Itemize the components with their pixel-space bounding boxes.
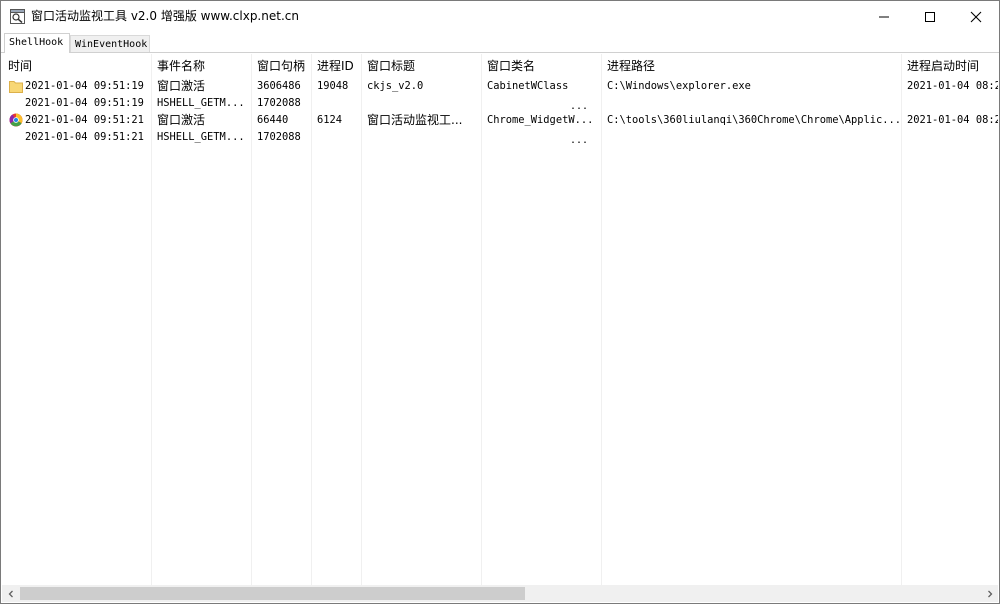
horizontal-scrollbar[interactable]	[2, 585, 998, 602]
cell-hwnd: 3606486	[257, 80, 301, 92]
table-row[interactable]: 2021-01-04 09:51:19 HSHELL_GETM... 17020…	[2, 95, 998, 112]
list-header: 时间 事件名称 窗口句柄 进程ID 窗口标题 窗口类名 进程路径 进程启动时间	[2, 54, 998, 77]
minimize-button[interactable]	[861, 1, 907, 32]
table-row[interactable]: 2021-01-04 09:51:21 窗口激活 66440 6124 窗口活动…	[2, 112, 998, 129]
scroll-right-button[interactable]	[981, 585, 998, 602]
title-bar[interactable]: 窗口活动监视工具 v2.0 增强版 www.clxp.net.cn	[1, 1, 999, 32]
tab-divider	[1, 52, 999, 53]
scroll-left-button[interactable]	[2, 585, 19, 602]
scrollbar-thumb[interactable]	[20, 587, 525, 600]
scroll-left-arrow-icon	[8, 590, 13, 597]
cell-event: 窗口激活	[157, 79, 206, 93]
column-header-title[interactable]: 窗口标题	[367, 58, 415, 74]
tab-shellhook[interactable]: ShellHook	[4, 33, 70, 53]
column-header-path[interactable]: 进程路径	[607, 58, 655, 74]
cell-time: 2021-01-04 09:51:19	[25, 97, 144, 109]
event-list[interactable]: 时间 事件名称 窗口句柄 进程ID 窗口标题 窗口类名 进程路径 进程启动时间 …	[2, 54, 998, 585]
close-button[interactable]	[953, 1, 999, 32]
column-header-hwnd[interactable]: 窗口句柄	[257, 58, 305, 74]
cell-time: 2021-01-04 09:51:21	[25, 131, 144, 143]
cell-start-time: 2021-01-04 08:2	[907, 114, 998, 126]
cell-class-ellipsis: ...	[570, 135, 589, 146]
column-header-start-time[interactable]: 进程启动时间	[907, 58, 979, 74]
cell-pid: 19048	[317, 80, 349, 92]
column-header-event[interactable]: 事件名称	[157, 58, 205, 74]
cell-title: 窗口活动监视工...	[367, 113, 463, 127]
cell-time: 2021-01-04 09:51:19	[25, 80, 144, 92]
cell-event: 窗口激活	[157, 113, 206, 127]
cell-hwnd: 1702088	[257, 131, 301, 143]
cell-path: C:\Windows\explorer.exe	[607, 80, 751, 92]
minimize-icon	[879, 16, 889, 17]
folder-icon	[9, 81, 23, 93]
cell-class: CabinetWClass	[487, 80, 569, 92]
cell-hwnd: 1702088	[257, 97, 301, 109]
magnifier-window-icon	[10, 9, 25, 24]
column-header-time[interactable]: 时间	[8, 58, 32, 74]
close-icon	[970, 11, 982, 22]
tab-strip: ShellHook WinEventHook	[1, 32, 999, 53]
cell-start-time: 2021-01-04 08:2	[907, 80, 998, 92]
main-window: 窗口活动监视工具 v2.0 增强版 www.clxp.net.cn ShellH…	[0, 0, 1000, 604]
tab-wineventhook[interactable]: WinEventHook	[70, 35, 150, 53]
chrome-browser-icon	[9, 113, 23, 127]
maximize-icon	[925, 11, 935, 22]
window-title: 窗口活动监视工具 v2.0 增强版 www.clxp.net.cn	[31, 9, 299, 23]
cell-class: Chrome_WidgetW...	[487, 114, 594, 126]
cell-title: ckjs_v2.0	[367, 80, 424, 92]
cell-event: HSHELL_GETM...	[157, 131, 245, 143]
cell-time: 2021-01-04 09:51:21	[25, 114, 144, 126]
maximize-button[interactable]	[907, 1, 953, 32]
table-row[interactable]: 2021-01-04 09:51:21 HSHELL_GETM... 17020…	[2, 129, 998, 146]
cell-hwnd: 66440	[257, 114, 289, 126]
scroll-right-arrow-icon	[987, 590, 992, 597]
table-row[interactable]: 2021-01-04 09:51:19 窗口激活 3606486 19048 c…	[2, 78, 998, 95]
column-header-pid[interactable]: 进程ID	[317, 58, 354, 74]
cell-event: HSHELL_GETM...	[157, 97, 245, 109]
column-header-class[interactable]: 窗口类名	[487, 58, 535, 74]
cell-pid: 6124	[317, 114, 343, 126]
cell-path: C:\tools\360liulanqi\360Chrome\Chrome\Ap…	[607, 114, 902, 126]
